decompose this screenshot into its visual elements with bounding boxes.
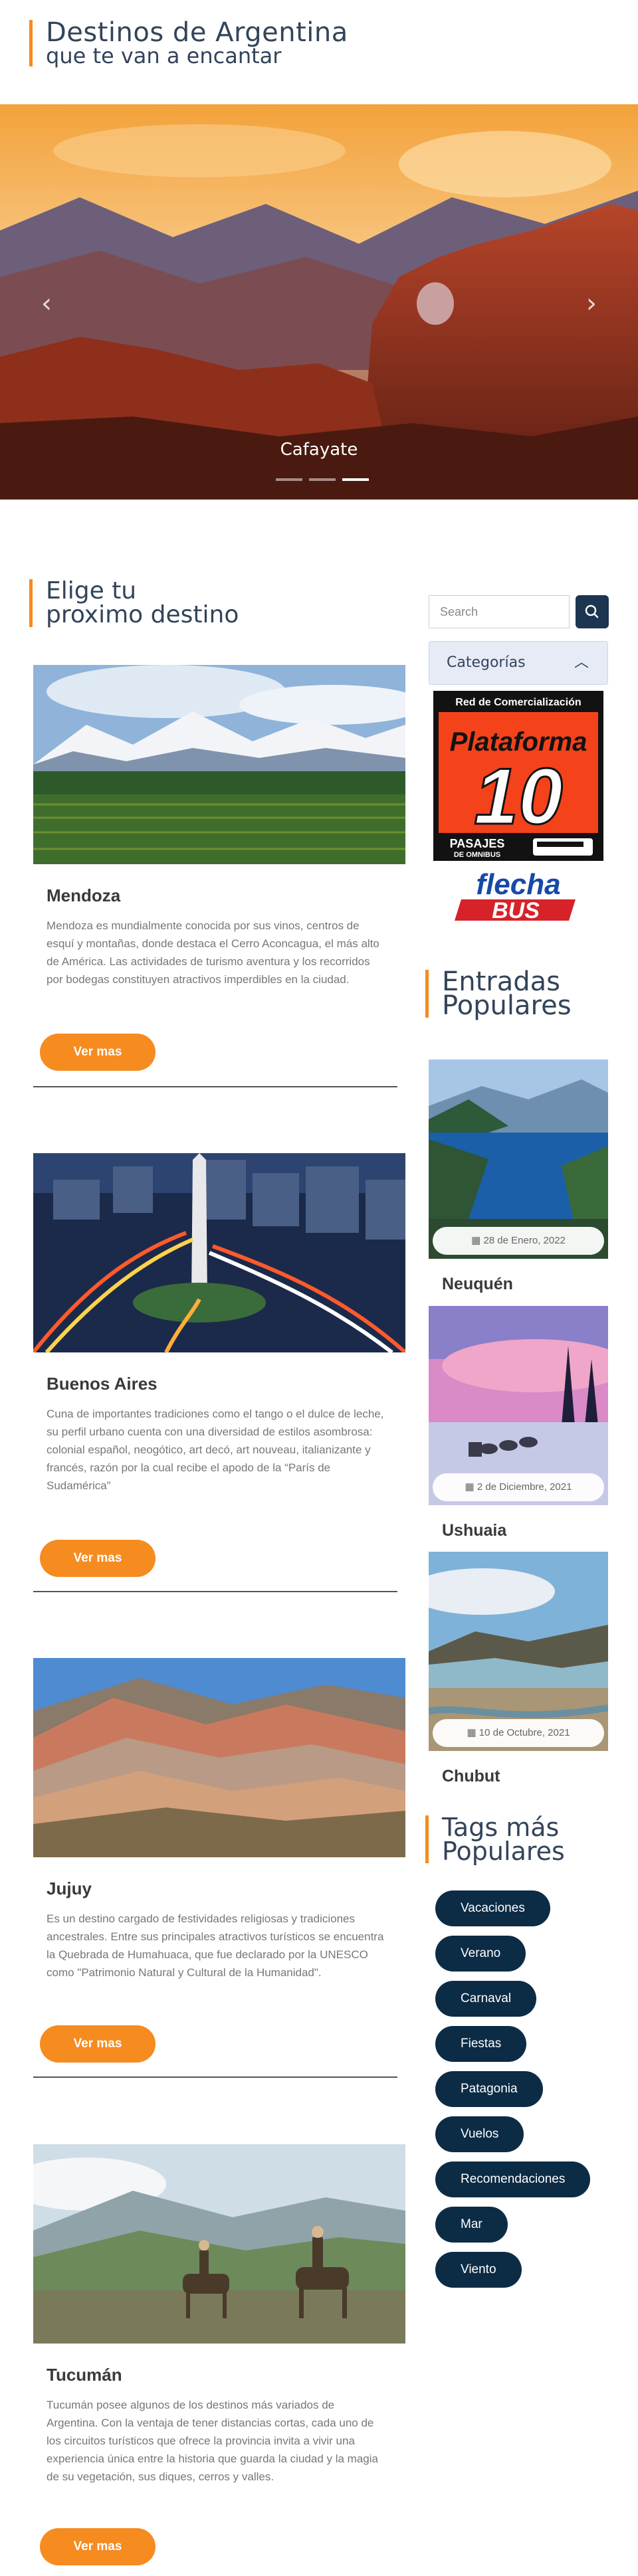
chevron-left-icon[interactable]: ‹: [33, 290, 60, 317]
divider: [33, 2076, 397, 2078]
destination-image: [33, 2144, 405, 2344]
destination-description: Cuna de importantes tradiciones como el …: [47, 1408, 384, 1492]
post-title[interactable]: Chubut: [442, 1767, 608, 1786]
slide-indicator-active[interactable]: [342, 478, 369, 481]
tags-heading: Tags más Populares: [425, 1813, 565, 1866]
slide-caption: Cafayate: [280, 440, 358, 460]
svg-text:BUS: BUS: [492, 898, 540, 923]
search-input[interactable]: Search: [429, 595, 570, 628]
post-title[interactable]: Ushuaia: [442, 1521, 608, 1540]
tag-fiestas[interactable]: Fiestas: [435, 2026, 527, 2062]
logo-text: Red de Comercialización: [455, 697, 581, 708]
ver-mas-button[interactable]: Ver mas: [40, 1540, 156, 1577]
destination-card: Buenos Aires Cuna de importantes tradici…: [33, 1153, 405, 1592]
search-button[interactable]: [576, 595, 609, 628]
calendar-icon: ▦: [471, 1235, 484, 1246]
destination-title: Tucumán: [47, 2365, 122, 2385]
tag-recomendaciones[interactable]: Recomendaciones: [435, 2162, 591, 2197]
post-date: ▦ 10 de Octubre, 2021: [433, 1719, 604, 1747]
tags-title-line2: Populares: [442, 1837, 565, 1866]
tag-viento[interactable]: Viento: [435, 2252, 522, 2288]
svg-text:flecha: flecha: [476, 870, 560, 901]
popular-post[interactable]: ▦ 2 de Diciembre, 2021 Ushuaia: [429, 1306, 608, 1540]
tag-vacaciones[interactable]: Vacaciones: [435, 1890, 550, 1926]
ver-mas-button[interactable]: Ver mas: [40, 2025, 156, 2063]
slide-indicator[interactable]: [276, 478, 302, 481]
popular-title-line2: Populares: [442, 990, 572, 1021]
post-image: ▦ 28 de Enero, 2022: [429, 1059, 608, 1259]
destination-image: [33, 1658, 405, 1857]
post-date: ▦ 28 de Enero, 2022: [433, 1227, 604, 1255]
chevron-up-icon: ︿: [574, 654, 589, 671]
destination-card: Mendoza Mendoza es mundialmente conocida…: [33, 665, 405, 1097]
section-title-line2: proximo destino: [46, 601, 239, 628]
post-title[interactable]: Neuquén: [442, 1275, 608, 1294]
page-subtitle: que te van a encantar: [46, 43, 282, 68]
popular-post[interactable]: ▦ 28 de Enero, 2022 Neuquén: [429, 1059, 608, 1294]
slide-indicators: [276, 478, 369, 481]
destination-title: Jujuy: [47, 1879, 92, 1898]
divider: [33, 1591, 397, 1592]
destination-image: [33, 665, 405, 864]
flechabus-logo[interactable]: flecha BUS: [452, 868, 585, 923]
popular-heading: Entradas Populares: [425, 968, 572, 1021]
tag-mar[interactable]: Mar: [435, 2207, 508, 2243]
popular-post[interactable]: ▦ 10 de Octubre, 2021 Chubut: [429, 1552, 608, 1786]
ver-mas-button[interactable]: Ver mas: [40, 2528, 156, 2565]
destination-description: Es un destino cargado de festividades re…: [47, 1912, 384, 1979]
tag-carnaval[interactable]: Carnaval: [435, 1981, 537, 2017]
destination-image: [33, 1153, 405, 1352]
destination-card: Jujuy Es un destino cargado de festivida…: [33, 1658, 405, 2090]
calendar-icon: ▦: [467, 1727, 479, 1738]
hero-slider[interactable]: ‹ › Cafayate: [0, 104, 638, 500]
categories-label: Categorías: [447, 654, 526, 671]
search-icon: [585, 604, 599, 618]
tag-vuelos[interactable]: Vuelos: [435, 2116, 524, 2152]
calendar-icon: ▦: [465, 1481, 477, 1493]
page-title: Destinos de Argentina: [46, 17, 348, 48]
plataforma10-logo[interactable]: Red de Comercialización Plataforma 10 PA…: [433, 691, 603, 861]
destination-description: Mendoza es mundialmente conocida por sus…: [47, 919, 379, 986]
destination-card: Tucumán Tucumán posee algunos de los des…: [33, 2144, 405, 2576]
destination-title: Buenos Aires: [47, 1374, 158, 1394]
svg-text:DE OMNIBUS: DE OMNIBUS: [454, 851, 500, 859]
post-image: ▦ 2 de Diciembre, 2021: [429, 1306, 608, 1505]
tag-verano[interactable]: Verano: [435, 1936, 526, 1972]
tag-patagonia[interactable]: Patagonia: [435, 2071, 543, 2107]
page-header: Destinos de Argentina que te van a encan…: [29, 17, 348, 68]
svg-text:10: 10: [474, 752, 562, 841]
divider: [33, 1086, 397, 1087]
chevron-right-icon[interactable]: ›: [578, 290, 605, 317]
ver-mas-button[interactable]: Ver mas: [40, 1034, 156, 1071]
categories-dropdown[interactable]: Categorías ︿: [429, 641, 608, 685]
slide-indicator[interactable]: [309, 478, 336, 481]
svg-text:PASAJES: PASAJES: [450, 837, 505, 850]
destination-description: Tucumán posee algunos de los destinos má…: [47, 2399, 378, 2483]
post-image: ▦ 10 de Octubre, 2021: [429, 1552, 608, 1751]
page: Destinos de Argentina que te van a encan…: [0, 0, 638, 2576]
post-date: ▦ 2 de Diciembre, 2021: [433, 1473, 604, 1501]
section-title-line1: Elige tu: [46, 577, 137, 604]
tags-title-line1: Tags más: [442, 1813, 560, 1842]
section-heading: Elige tu proximo destino: [29, 579, 239, 627]
destination-title: Mendoza: [47, 885, 121, 905]
